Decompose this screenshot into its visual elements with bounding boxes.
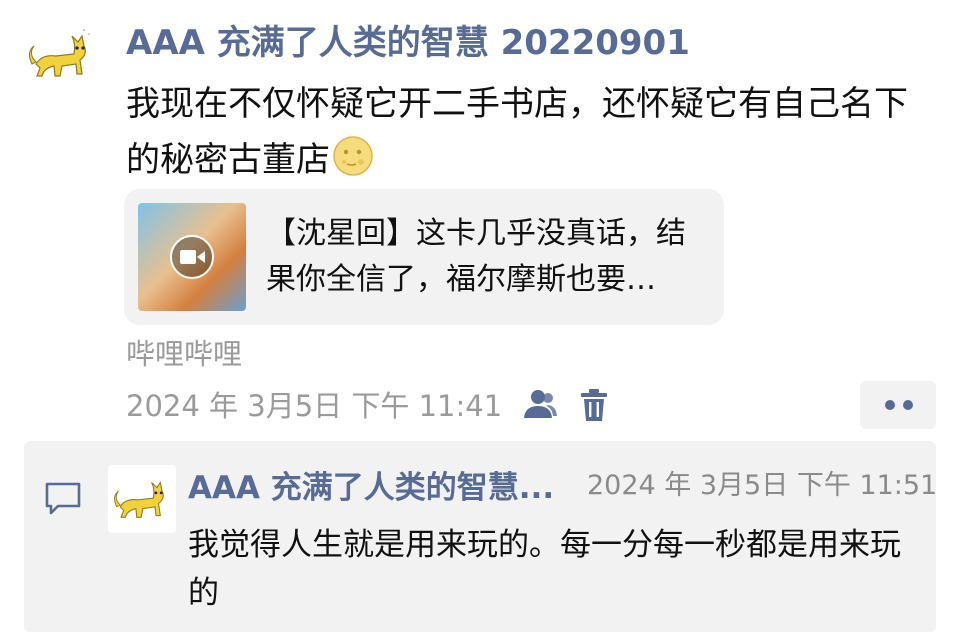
more-dots-icon [885,400,913,410]
video-play-icon [170,235,214,279]
link-thumbnail [138,203,246,311]
comment-bubble-icon [45,482,81,515]
more-actions-button[interactable] [860,381,936,429]
shared-link-card[interactable]: 【沈星回】这卡几乎没真话，结果你全信了，福尔摩斯也要… [124,189,724,325]
source-app-name[interactable]: 哔哩哔哩 [126,334,242,374]
moon-face-icon [333,136,373,176]
comment-panel: AAA 充满了人类的智慧... 2024 年 3月5日 下午 11:51 我觉得… [24,441,938,632]
comment-author-name[interactable]: AAA 充满了人类的智慧... [188,465,554,511]
comment-avatar[interactable] [108,465,176,533]
post-timestamp: 2024 年 3月5日 下午 11:41 [126,389,503,423]
post-text-content: 我现在不仅怀疑它开二手书店，还怀疑它有自己名下的秘密古董店 [126,84,908,180]
visibility-people-icon[interactable] [522,388,558,420]
comment-text[interactable]: 我觉得人生就是用来玩的。每一分每一秒都是用来玩的 [188,521,908,617]
avatar-cat-icon [114,481,164,518]
comment-timestamp: 2024 年 3月5日 下午 11:51 [587,470,938,501]
link-title: 【沈星回】这卡几乎没真话，结果你全信了，福尔摩斯也要… [266,216,686,297]
post-author-name[interactable]: AAA 充满了人类的智慧 20220901 [126,18,690,68]
avatar-cat-icon[interactable] [22,24,100,86]
post-text: 我现在不仅怀疑它开二手书店，还怀疑它有自己名下的秘密古董店 [126,76,936,188]
delete-trash-icon[interactable] [580,388,608,422]
